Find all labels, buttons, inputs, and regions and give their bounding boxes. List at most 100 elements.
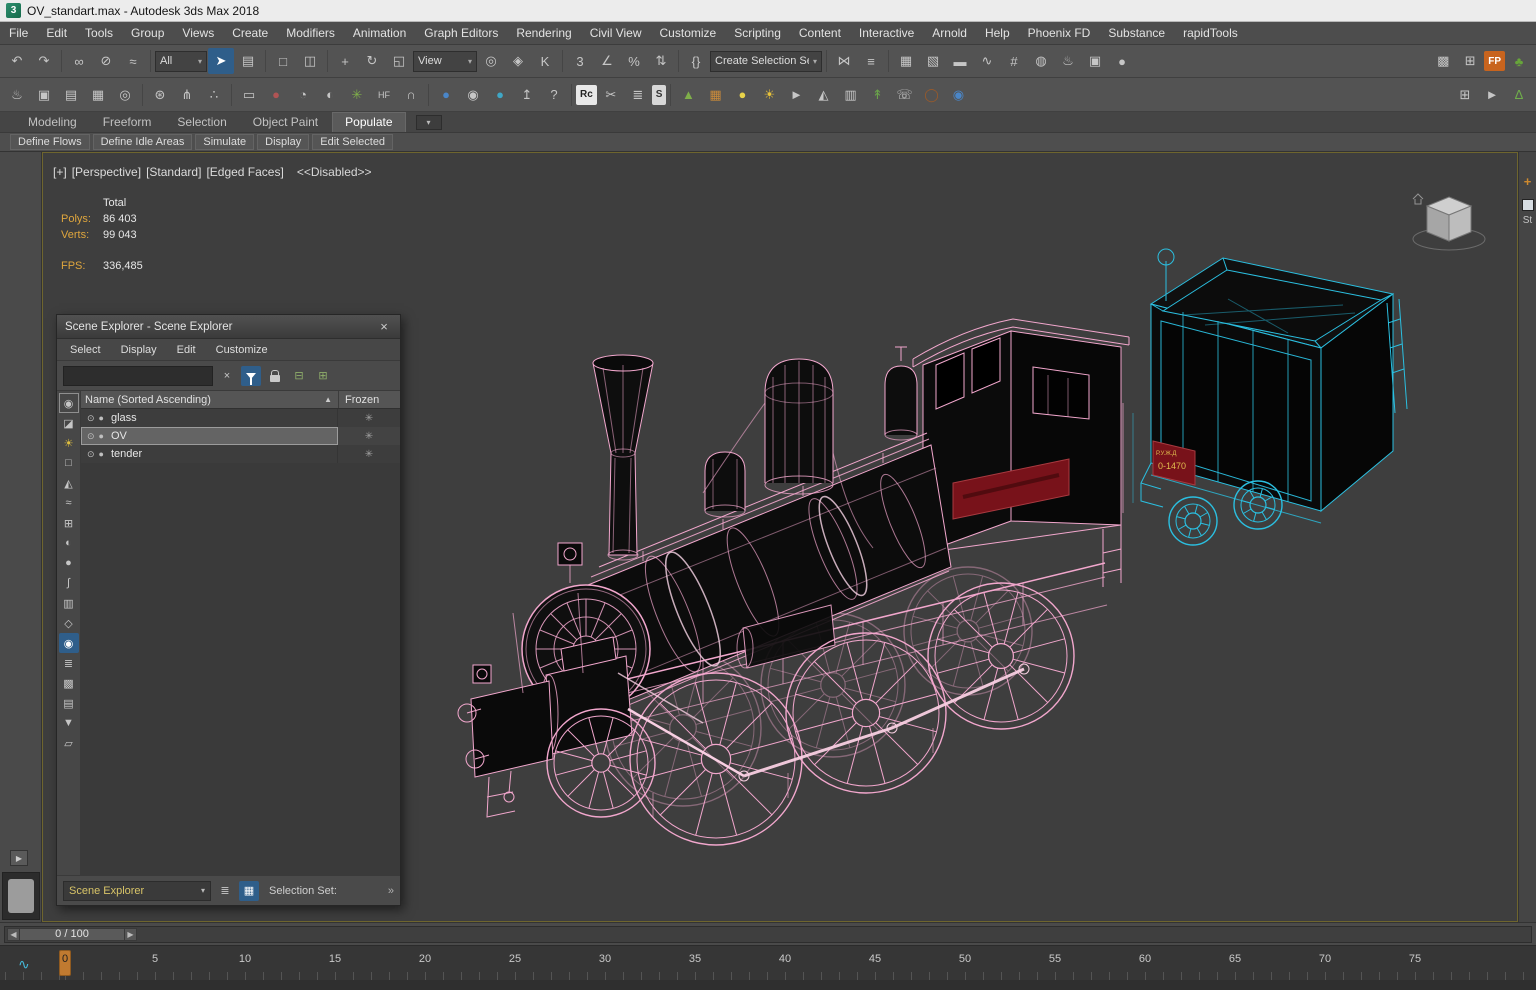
list-item[interactable]: ⊙ ● glass ✳ <box>81 409 400 427</box>
phoenix-fd-badge[interactable]: FP <box>1484 51 1505 71</box>
frame-tick[interactable]: 15 <box>329 953 341 965</box>
menu-item-edit[interactable]: Edit <box>37 23 76 43</box>
menu-item-civil-view[interactable]: Civil View <box>581 23 651 43</box>
menu-item-help[interactable]: Help <box>976 23 1019 43</box>
tab-freeform[interactable]: Freeform <box>91 113 164 132</box>
viewport-menu-segment-1[interactable]: [Perspective] <box>72 165 141 179</box>
terrain-icon[interactable]: ▲ <box>675 82 701 108</box>
mirror-icon[interactable]: ⋈ <box>831 48 857 74</box>
particles-icon[interactable]: ∴ <box>201 82 227 108</box>
menu-item-customize[interactable]: Customize <box>651 23 726 43</box>
ribbon-button-display[interactable]: Display <box>257 134 310 150</box>
export-icon[interactable]: ↥ <box>514 82 540 108</box>
ribbon-button-define-flows[interactable]: Define Flows <box>10 134 90 150</box>
menu-item-content[interactable]: Content <box>790 23 850 43</box>
slate-icon[interactable]: ▭ <box>236 82 262 108</box>
menu-item-scripting[interactable]: Scripting <box>725 23 790 43</box>
tree-icon[interactable]: ↟ <box>864 82 890 108</box>
sphere-maroon-icon[interactable]: ● <box>263 82 289 108</box>
window-crossing-icon[interactable]: ◫ <box>297 48 323 74</box>
hf-probe-icon[interactable]: HF <box>371 82 397 108</box>
bind-to-space-warp-icon[interactable]: ≈ <box>120 48 146 74</box>
overflow-chevrons[interactable]: » <box>388 885 394 897</box>
reference-coordinate-dropdown[interactable]: View ▾ <box>413 50 477 72</box>
crates-icon[interactable]: ▦ <box>702 82 728 108</box>
rendered-frame-icon[interactable]: ▣ <box>1082 48 1108 74</box>
checklist-icon[interactable]: ≣ <box>625 82 651 108</box>
beacon-icon[interactable]: ◭ <box>810 82 836 108</box>
clear-search-icon[interactable]: × <box>217 366 237 386</box>
list-item[interactable]: ⊙ ● OV ✳ <box>81 427 400 445</box>
filter-funnel-small-icon[interactable]: ▼ <box>59 713 79 733</box>
display-shapes-icon[interactable]: ◇ <box>59 613 79 633</box>
visibility-eye-icon[interactable]: ⊙ <box>87 449 95 460</box>
select-and-rotate-icon[interactable]: ↻ <box>359 48 385 74</box>
visibility-eye-icon[interactable]: ⊙ <box>87 431 95 442</box>
frame-tick[interactable]: 65 <box>1229 953 1241 965</box>
frame-tick[interactable]: 5 <box>152 953 158 965</box>
time-slider-handle[interactable]: ◀ 0 / 100 ▶ <box>7 927 137 941</box>
data-table-icon[interactable]: ▦ <box>85 82 111 108</box>
frame-tick[interactable]: 35 <box>689 953 701 965</box>
menu-item-animation[interactable]: Animation <box>344 23 415 43</box>
se-menu-select[interactable]: Select <box>61 342 110 358</box>
use-pivot-center-icon[interactable]: ◎ <box>478 48 504 74</box>
selection-dot-icon[interactable]: ● <box>99 449 104 459</box>
render-setup-icon[interactable]: ♨ <box>1055 48 1081 74</box>
frame-tick[interactable]: 30 <box>599 953 611 965</box>
frame-tick[interactable]: 70 <box>1319 953 1331 965</box>
select-and-link-icon[interactable]: ∞ <box>66 48 92 74</box>
visibility-eye-icon[interactable]: ⊙ <box>87 413 95 424</box>
display-groups-icon[interactable]: ⊞ <box>59 513 79 533</box>
menu-item-substance[interactable]: Substance <box>1099 23 1174 43</box>
plus-grid-icon[interactable]: ⊞ <box>1452 82 1478 108</box>
display-geometry-icon[interactable]: ◪ <box>59 413 79 433</box>
bulb-icon[interactable]: ● <box>729 82 755 108</box>
list-item[interactable]: ⊙ ● tender ✳ <box>81 445 400 463</box>
rc-badge[interactable]: Rc <box>576 84 597 105</box>
display-bones-icon[interactable]: ∫ <box>59 573 79 593</box>
tab-populate[interactable]: Populate <box>332 112 406 132</box>
angle-snap-icon[interactable]: ∠ <box>594 48 620 74</box>
frame-tick[interactable]: 75 <box>1409 953 1421 965</box>
display-spacewarps-icon[interactable]: ≈ <box>59 493 79 513</box>
menu-item-rapidtools[interactable]: rapidTools <box>1174 23 1247 43</box>
previous-frame-button[interactable]: ◀ <box>7 927 20 941</box>
list-empty-area[interactable] <box>81 463 400 875</box>
select-and-manipulate-icon[interactable]: ◈ <box>505 48 531 74</box>
viewport-menu-segment-2[interactable]: [Standard] <box>146 165 201 179</box>
sun-icon[interactable]: ☀ <box>756 82 782 108</box>
tab-selection[interactable]: Selection <box>165 113 238 132</box>
select-and-scale-icon[interactable]: ◱ <box>386 48 412 74</box>
frame-tick[interactable]: 40 <box>779 953 791 965</box>
display-xrefs-icon[interactable]: ◐ <box>59 533 79 553</box>
edit-named-selection-sets-icon[interactable]: {} <box>683 48 709 74</box>
film-play-icon[interactable]: ► <box>1479 82 1505 108</box>
toggle-ribbon-icon[interactable]: ▬ <box>947 48 973 74</box>
ribbon-button-simulate[interactable]: Simulate <box>195 134 255 150</box>
display-cameras-icon[interactable]: □ <box>59 453 79 473</box>
display-notes-icon[interactable]: ▤ <box>59 693 79 713</box>
select-by-name-icon[interactable]: ▤ <box>235 48 261 74</box>
tab-object-paint[interactable]: Object Paint <box>241 113 330 132</box>
frozen-cell-icon[interactable]: ✳ <box>338 409 400 427</box>
align-icon[interactable]: ≡ <box>858 48 884 74</box>
ribbon-button-edit-selected[interactable]: Edit Selected <box>312 134 394 150</box>
toggle-layer-explorer-icon[interactable]: ▧ <box>920 48 946 74</box>
close-icon[interactable]: × <box>376 319 392 334</box>
window-titlebar[interactable]: 3 OV_standart.max - Autodesk 3ds Max 201… <box>0 0 1536 22</box>
toggle-scene-explorer-icon[interactable]: ▦ <box>893 48 919 74</box>
keyboard-override-icon[interactable]: K <box>532 48 558 74</box>
menu-item-phoenix-fd[interactable]: Phoenix FD <box>1019 23 1100 43</box>
s-sheet-badge[interactable]: S <box>651 84 667 105</box>
menu-item-modifiers[interactable]: Modifiers <box>277 23 344 43</box>
rectangular-selection-region-icon[interactable]: □ <box>270 48 296 74</box>
curve-editor-icon[interactable]: ∿ <box>974 48 1000 74</box>
frame-tick[interactable]: 50 <box>959 953 971 965</box>
create-panel-tab[interactable]: + <box>1519 174 1536 189</box>
menu-item-arnold[interactable]: Arnold <box>923 23 976 43</box>
network-icon[interactable]: ⊛ <box>147 82 173 108</box>
display-visibility-icon[interactable]: ◉ <box>58 633 79 653</box>
scene-explorer-titlebar[interactable]: Scene Explorer - Scene Explorer × <box>57 315 400 339</box>
next-frame-button[interactable]: ▶ <box>124 927 137 941</box>
